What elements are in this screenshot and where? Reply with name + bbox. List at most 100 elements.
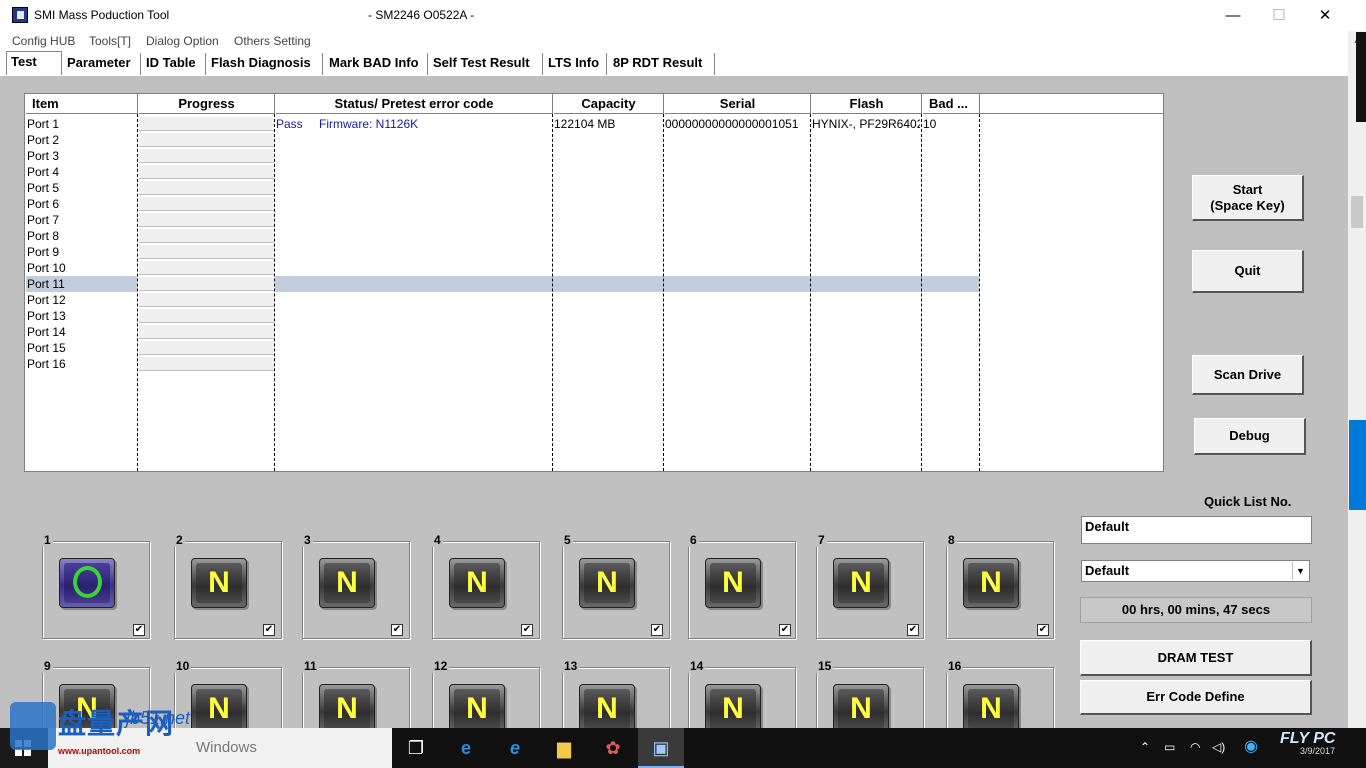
col-item[interactable]: Item <box>25 94 138 114</box>
port-enable-checkbox[interactable]: ✔ <box>521 624 533 636</box>
port-row-label[interactable]: Port 8 <box>27 228 59 244</box>
elapsed-timer: 00 hrs, 00 mins, 47 secs <box>1080 597 1312 623</box>
dram-test-button[interactable]: DRAM TEST <box>1080 640 1312 676</box>
chevron-down-icon[interactable]: ▼ <box>1292 562 1308 580</box>
col-divider <box>663 114 664 471</box>
port-row-label[interactable]: Port 16 <box>27 356 66 372</box>
port-tile-number: 7 <box>816 533 827 547</box>
tab-self-test-result[interactable]: Self Test Result <box>429 53 543 75</box>
tab-parameter[interactable]: Parameter <box>63 53 141 75</box>
debug-button[interactable]: Debug <box>1194 418 1306 455</box>
app-pinned-icon[interactable]: ✿ <box>601 736 625 760</box>
tab-id-table[interactable]: ID Table <box>142 53 206 75</box>
internet-explorer-icon[interactable]: e <box>503 736 527 760</box>
port-tile-number: 12 <box>432 659 450 673</box>
col-serial[interactable]: Serial <box>664 94 811 114</box>
port-no-device-icon: N <box>449 684 505 734</box>
port-tile[interactable]: 4 N ✔ <box>432 533 540 639</box>
menu-others-setting[interactable]: Others Setting <box>234 34 311 48</box>
port-row-label[interactable]: Port 9 <box>27 244 59 260</box>
maximize-button[interactable]: ☐ <box>1256 0 1302 31</box>
port-row-label[interactable]: Port 1 <box>27 116 59 132</box>
tab-mark-bad-info[interactable]: Mark BAD Info <box>325 53 428 75</box>
col-status[interactable]: Status/ Pretest error code <box>275 94 553 114</box>
menu-config-hub[interactable]: Config HUB <box>12 34 75 48</box>
port-enable-checkbox[interactable]: ✔ <box>779 624 791 636</box>
quit-button[interactable]: Quit <box>1192 250 1304 293</box>
tab-8p-rdt-result[interactable]: 8P RDT Result <box>609 53 715 75</box>
tab-flash-diagnosis[interactable]: Flash Diagnosis <box>207 53 323 75</box>
col-capacity[interactable]: Capacity <box>553 94 664 114</box>
port-row-label[interactable]: Port 10 <box>27 260 66 276</box>
port-tile-number: 15 <box>816 659 834 673</box>
watermark-house-icon <box>10 702 56 750</box>
pass-ring-icon <box>73 566 102 598</box>
port-tile[interactable]: 7 N ✔ <box>816 533 924 639</box>
port-tile[interactable]: 8 N ✔ <box>946 533 1054 639</box>
progress-bar <box>139 341 274 355</box>
progress-bar <box>139 261 274 275</box>
quick-list-select[interactable]: Default ▼ <box>1081 560 1310 582</box>
port-enable-checkbox[interactable]: ✔ <box>391 624 403 636</box>
port-enable-checkbox[interactable]: ✔ <box>133 624 145 636</box>
port-row-label[interactable]: Port 6 <box>27 196 59 212</box>
clock-date[interactable]: 3/9/2017 <box>1300 746 1335 756</box>
tab-lts-info[interactable]: LTS Info <box>544 53 607 75</box>
scan-drive-button[interactable]: Scan Drive <box>1192 355 1304 395</box>
port-row-label[interactable]: Port 11 <box>27 276 65 292</box>
start-button[interactable]: Start (Space Key) <box>1192 175 1304 221</box>
menu-dialog-option[interactable]: Dialog Option <box>146 34 219 48</box>
vertical-scrollbar[interactable]: ▲ <box>1348 31 1366 728</box>
col-flash[interactable]: Flash <box>811 94 922 114</box>
col-progress[interactable]: Progress <box>138 94 275 114</box>
col-bad[interactable]: Bad ... <box>922 94 980 114</box>
status-cell: Pass <box>276 117 303 131</box>
minimize-button[interactable]: — <box>1210 0 1256 31</box>
port-enable-checkbox[interactable]: ✔ <box>651 624 663 636</box>
scrollbar-thumb[interactable] <box>1351 196 1363 228</box>
port-row-label[interactable]: Port 3 <box>27 148 59 164</box>
progress-bar <box>139 165 274 179</box>
port-tile-number: 6 <box>688 533 699 547</box>
task-view-icon[interactable]: ❐ <box>404 736 428 760</box>
port-no-device-icon: N <box>963 558 1019 608</box>
port-row-label[interactable]: Port 12 <box>27 292 66 308</box>
port-no-device-icon: N <box>191 558 247 608</box>
port-tile-number: 4 <box>432 533 443 547</box>
bad-cell: 10 <box>923 117 937 131</box>
port-tile[interactable]: 1 ✔ <box>42 533 150 639</box>
window-title: SMI Mass Poduction Tool <box>34 8 170 22</box>
port-no-device-icon: N <box>319 558 375 608</box>
port-tile[interactable]: 5 N ✔ <box>562 533 670 639</box>
port-enable-checkbox[interactable]: ✔ <box>1037 624 1049 636</box>
menu-tools[interactable]: Tools[T] <box>89 34 131 48</box>
port-tile[interactable]: 6 N ✔ <box>688 533 796 639</box>
port-row-label[interactable]: Port 4 <box>27 164 59 180</box>
err-code-define-button[interactable]: Err Code Define <box>1080 680 1312 715</box>
port-row-label[interactable]: Port 5 <box>27 180 59 196</box>
port-row-label[interactable]: Port 13 <box>27 308 66 324</box>
keyboard-icon[interactable]: ▭ <box>1164 740 1175 754</box>
progress-bar <box>139 229 274 243</box>
port-row-label[interactable]: Port 15 <box>27 340 66 356</box>
progress-bar <box>139 181 274 195</box>
tab-test[interactable]: Test <box>6 51 62 75</box>
port-row-label[interactable]: Port 2 <box>27 132 59 148</box>
port-enable-checkbox[interactable]: ✔ <box>263 624 275 636</box>
volume-icon[interactable]: ◁) <box>1212 740 1225 754</box>
flash-cell: HYNIX-, PF29R6402 <box>812 117 920 131</box>
file-explorer-icon[interactable]: ▆ <box>552 736 576 760</box>
port-tile[interactable]: 2 N ✔ <box>174 533 282 639</box>
edge-icon[interactable]: e <box>454 736 478 760</box>
port-tile-number: 10 <box>174 659 192 673</box>
quick-list-input[interactable]: Default <box>1081 516 1312 544</box>
chevron-up-icon[interactable]: ⌃ <box>1140 740 1150 754</box>
progress-bar <box>139 197 274 211</box>
smi-tool-icon: ▣ <box>652 738 670 758</box>
close-button[interactable]: ✕ <box>1302 0 1348 31</box>
port-enable-checkbox[interactable]: ✔ <box>907 624 919 636</box>
port-row-label[interactable]: Port 14 <box>27 324 66 340</box>
port-row-label[interactable]: Port 7 <box>27 212 59 228</box>
wifi-icon[interactable]: ◠ <box>1190 740 1200 754</box>
port-tile[interactable]: 3 N ✔ <box>302 533 410 639</box>
